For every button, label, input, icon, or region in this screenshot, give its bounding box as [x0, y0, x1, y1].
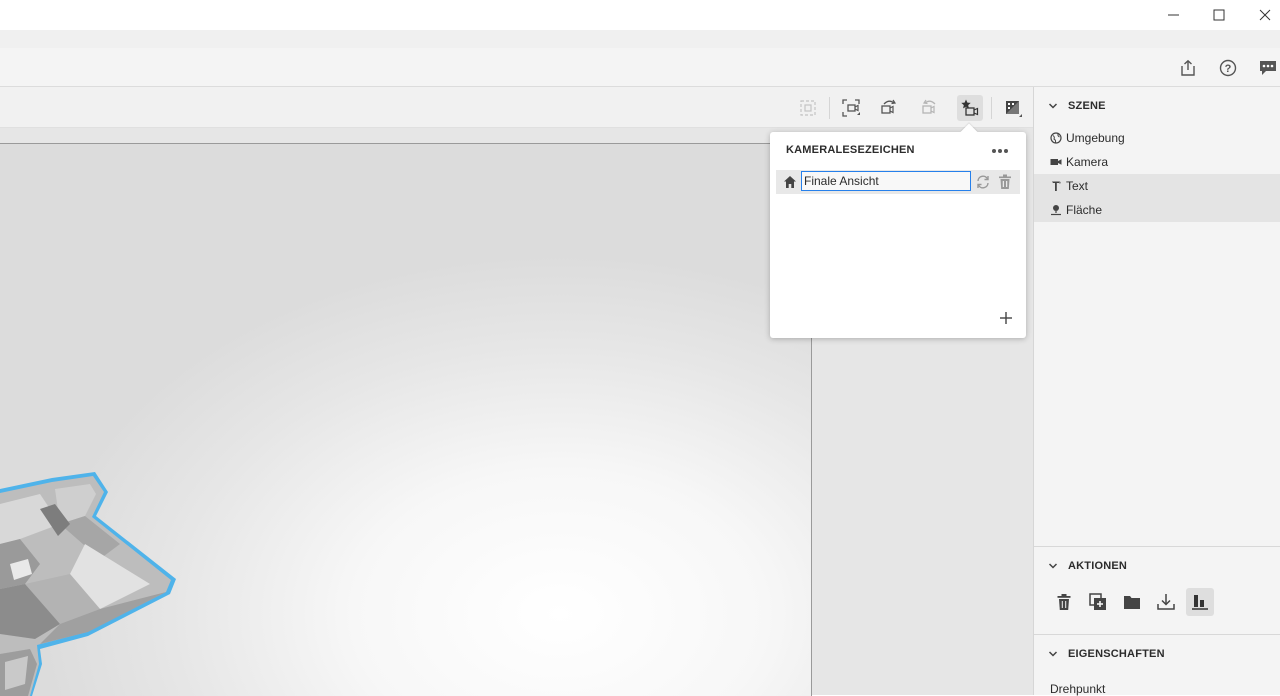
group-objects-button[interactable] [1118, 588, 1146, 616]
chevron-down-icon [1048, 651, 1058, 657]
share-button[interactable] [1177, 57, 1199, 79]
ground-plane-icon [1051, 205, 1061, 216]
camera-bookmarks-icon [961, 99, 979, 116]
camera-bookmarks-popover: KAMERALESEZEICHEN [770, 132, 1026, 338]
bookmark-name-input[interactable] [801, 171, 971, 191]
align-icon [1192, 595, 1208, 610]
chevron-down-icon [1048, 103, 1058, 109]
delete-object-button[interactable] [1050, 588, 1078, 616]
camera-icon [1050, 159, 1062, 165]
scene-section-title: SZENE [1068, 100, 1106, 112]
fit-view-icon [842, 99, 860, 117]
align-objects-button[interactable] [1186, 588, 1214, 616]
delete-icon [1057, 594, 1071, 610]
render-preview-button[interactable] [1000, 95, 1026, 121]
redo-camera-button[interactable] [917, 95, 943, 121]
globe-icon [1050, 132, 1062, 144]
feedback-button[interactable] [1257, 57, 1279, 79]
bookmark-row[interactable] [776, 170, 1020, 194]
frame-selection-icon [800, 100, 816, 116]
duplicate-icon [1089, 593, 1106, 610]
scene-item-camera[interactable]: Kamera [1034, 150, 1280, 174]
help-icon: ? [1219, 59, 1237, 77]
duplicate-object-button[interactable] [1084, 588, 1112, 616]
undo-camera-button[interactable] [876, 95, 902, 121]
scene-item-label: Umgebung [1066, 131, 1125, 145]
close-button[interactable] [1242, 0, 1280, 30]
svg-text:?: ? [1225, 63, 1232, 75]
maximize-button[interactable] [1196, 0, 1242, 30]
actions-section-title: AKTIONEN [1068, 560, 1128, 572]
app-header: ? [0, 48, 1280, 87]
panel-divider [1034, 546, 1280, 547]
group-icon [1124, 596, 1140, 609]
pivot-property-label: Drehpunkt [1050, 682, 1106, 696]
more-options-button[interactable] [990, 144, 1010, 158]
update-bookmark-icon[interactable] [975, 174, 991, 190]
panel-divider [1034, 634, 1280, 635]
more-icon [992, 149, 1008, 153]
minimize-button[interactable] [1151, 0, 1197, 30]
scene-item-label: Text [1066, 179, 1089, 193]
3d-text-object[interactable] [0, 144, 811, 696]
window-title-bar [0, 0, 1280, 30]
fit-view-button[interactable] [838, 95, 864, 121]
scene-item-label: Fläche [1066, 203, 1103, 217]
share-icon [1181, 59, 1195, 76]
popover-title: KAMERALESEZEICHEN [786, 144, 915, 156]
viewport-toolbar [0, 87, 1033, 128]
scene-item-label: Kamera [1066, 155, 1109, 169]
toolbar-separator [991, 97, 992, 119]
render-canvas[interactable] [0, 143, 812, 696]
scene-item-environment[interactable]: Umgebung [1034, 126, 1280, 150]
frame-selection-button[interactable] [795, 95, 821, 121]
delete-bookmark-icon[interactable] [998, 174, 1012, 190]
help-button[interactable]: ? [1217, 57, 1239, 79]
chevron-down-icon [1048, 563, 1058, 569]
scene-item-text[interactable]: Text [1034, 174, 1280, 198]
add-bookmark-icon[interactable] [998, 310, 1014, 326]
minimize-icon [1168, 14, 1179, 16]
camera-bookmarks-button[interactable] [957, 95, 983, 121]
undo-camera-icon [881, 99, 897, 114]
redo-camera-icon [922, 99, 936, 114]
properties-section-header[interactable]: EIGENSCHAFTEN [1034, 645, 1280, 665]
properties-section-title: EIGENSCHAFTEN [1068, 648, 1165, 660]
drop-to-ground-button[interactable] [1152, 588, 1180, 616]
actions-section-header[interactable]: AKTIONEN [1034, 557, 1280, 577]
text-3d-icon [1052, 181, 1061, 191]
home-icon[interactable] [783, 175, 797, 189]
feedback-icon [1260, 61, 1276, 75]
render-preview-icon [1006, 101, 1022, 117]
scene-panel: SZENE Umgebung Kamera Text Fläche AKTION… [1033, 87, 1280, 696]
window-gap-strip [0, 30, 1280, 48]
scene-item-ground-plane[interactable]: Fläche [1034, 198, 1280, 222]
close-icon [1259, 9, 1271, 21]
maximize-icon [1213, 9, 1225, 21]
toolbar-separator [829, 97, 830, 119]
drop-to-ground-icon [1157, 594, 1175, 610]
scene-section-header[interactable]: SZENE [1034, 97, 1280, 117]
